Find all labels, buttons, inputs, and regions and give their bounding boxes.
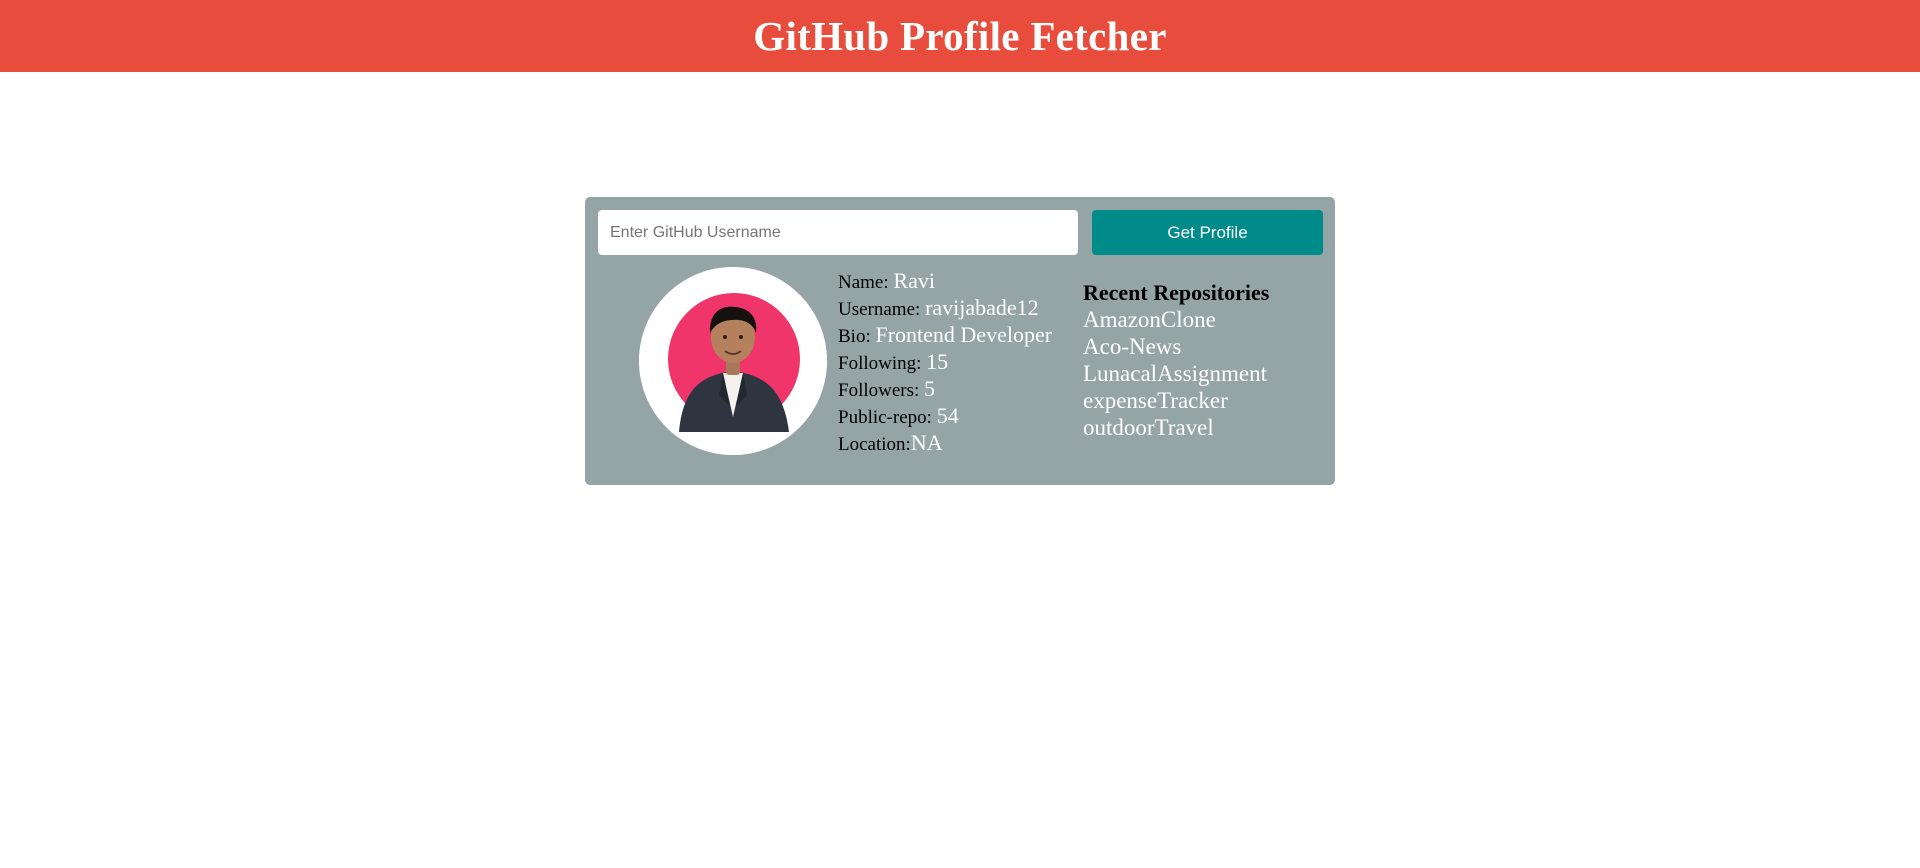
repository-item: AmazonClone — [1083, 307, 1216, 332]
detail-value: Frontend Developer — [875, 322, 1053, 347]
detail-value: NA — [910, 430, 943, 455]
avatar — [639, 267, 827, 455]
repository-item: Aco-News — [1083, 334, 1182, 359]
detail-label: Bio: — [838, 326, 876, 347]
detail-value: Ravi — [893, 268, 935, 293]
detail-location: Location:NA — [838, 429, 1088, 456]
username-search-input[interactable] — [598, 210, 1078, 255]
detail-followers: Followers: 5 — [838, 375, 1088, 402]
detail-label: Username: — [838, 299, 926, 320]
detail-label: Location: — [838, 434, 911, 455]
detail-label: Public-repo: — [838, 407, 937, 428]
profile-details: Name: Ravi Username: ravijabade12 Bio: F… — [838, 267, 1088, 456]
repository-item: outdoorTravel — [1083, 415, 1214, 440]
detail-bio: Bio: Frontend Developer — [838, 321, 1088, 348]
repositories-heading: Recent Repositories — [1083, 280, 1270, 305]
repository-item: expenseTracker — [1083, 388, 1228, 413]
profile-photo-icon — [639, 267, 827, 455]
detail-label: Following: — [838, 353, 927, 374]
detail-following: Following: 15 — [838, 348, 1088, 375]
detail-value: ravijabade12 — [925, 295, 1039, 320]
profile-card: Get Profile Name: Ravi — [585, 197, 1335, 485]
detail-name: Name: Ravi — [838, 267, 1088, 294]
repository-item: LunacalAssignment — [1083, 361, 1267, 386]
detail-label: Followers: — [838, 380, 925, 401]
detail-username: Username: ravijabade12 — [838, 294, 1088, 321]
detail-value: 5 — [924, 376, 936, 401]
recent-repositories: Recent Repositories AmazonClone Aco-News… — [1083, 279, 1323, 441]
get-profile-button[interactable]: Get Profile — [1092, 210, 1323, 255]
detail-public-repo: Public-repo: 54 — [838, 402, 1088, 429]
detail-value: 15 — [926, 349, 949, 374]
page-title: GitHub Profile Fetcher — [753, 13, 1167, 59]
detail-value: 54 — [936, 403, 959, 428]
app-header: GitHub Profile Fetcher — [0, 0, 1920, 72]
detail-label: Name: — [838, 272, 894, 293]
